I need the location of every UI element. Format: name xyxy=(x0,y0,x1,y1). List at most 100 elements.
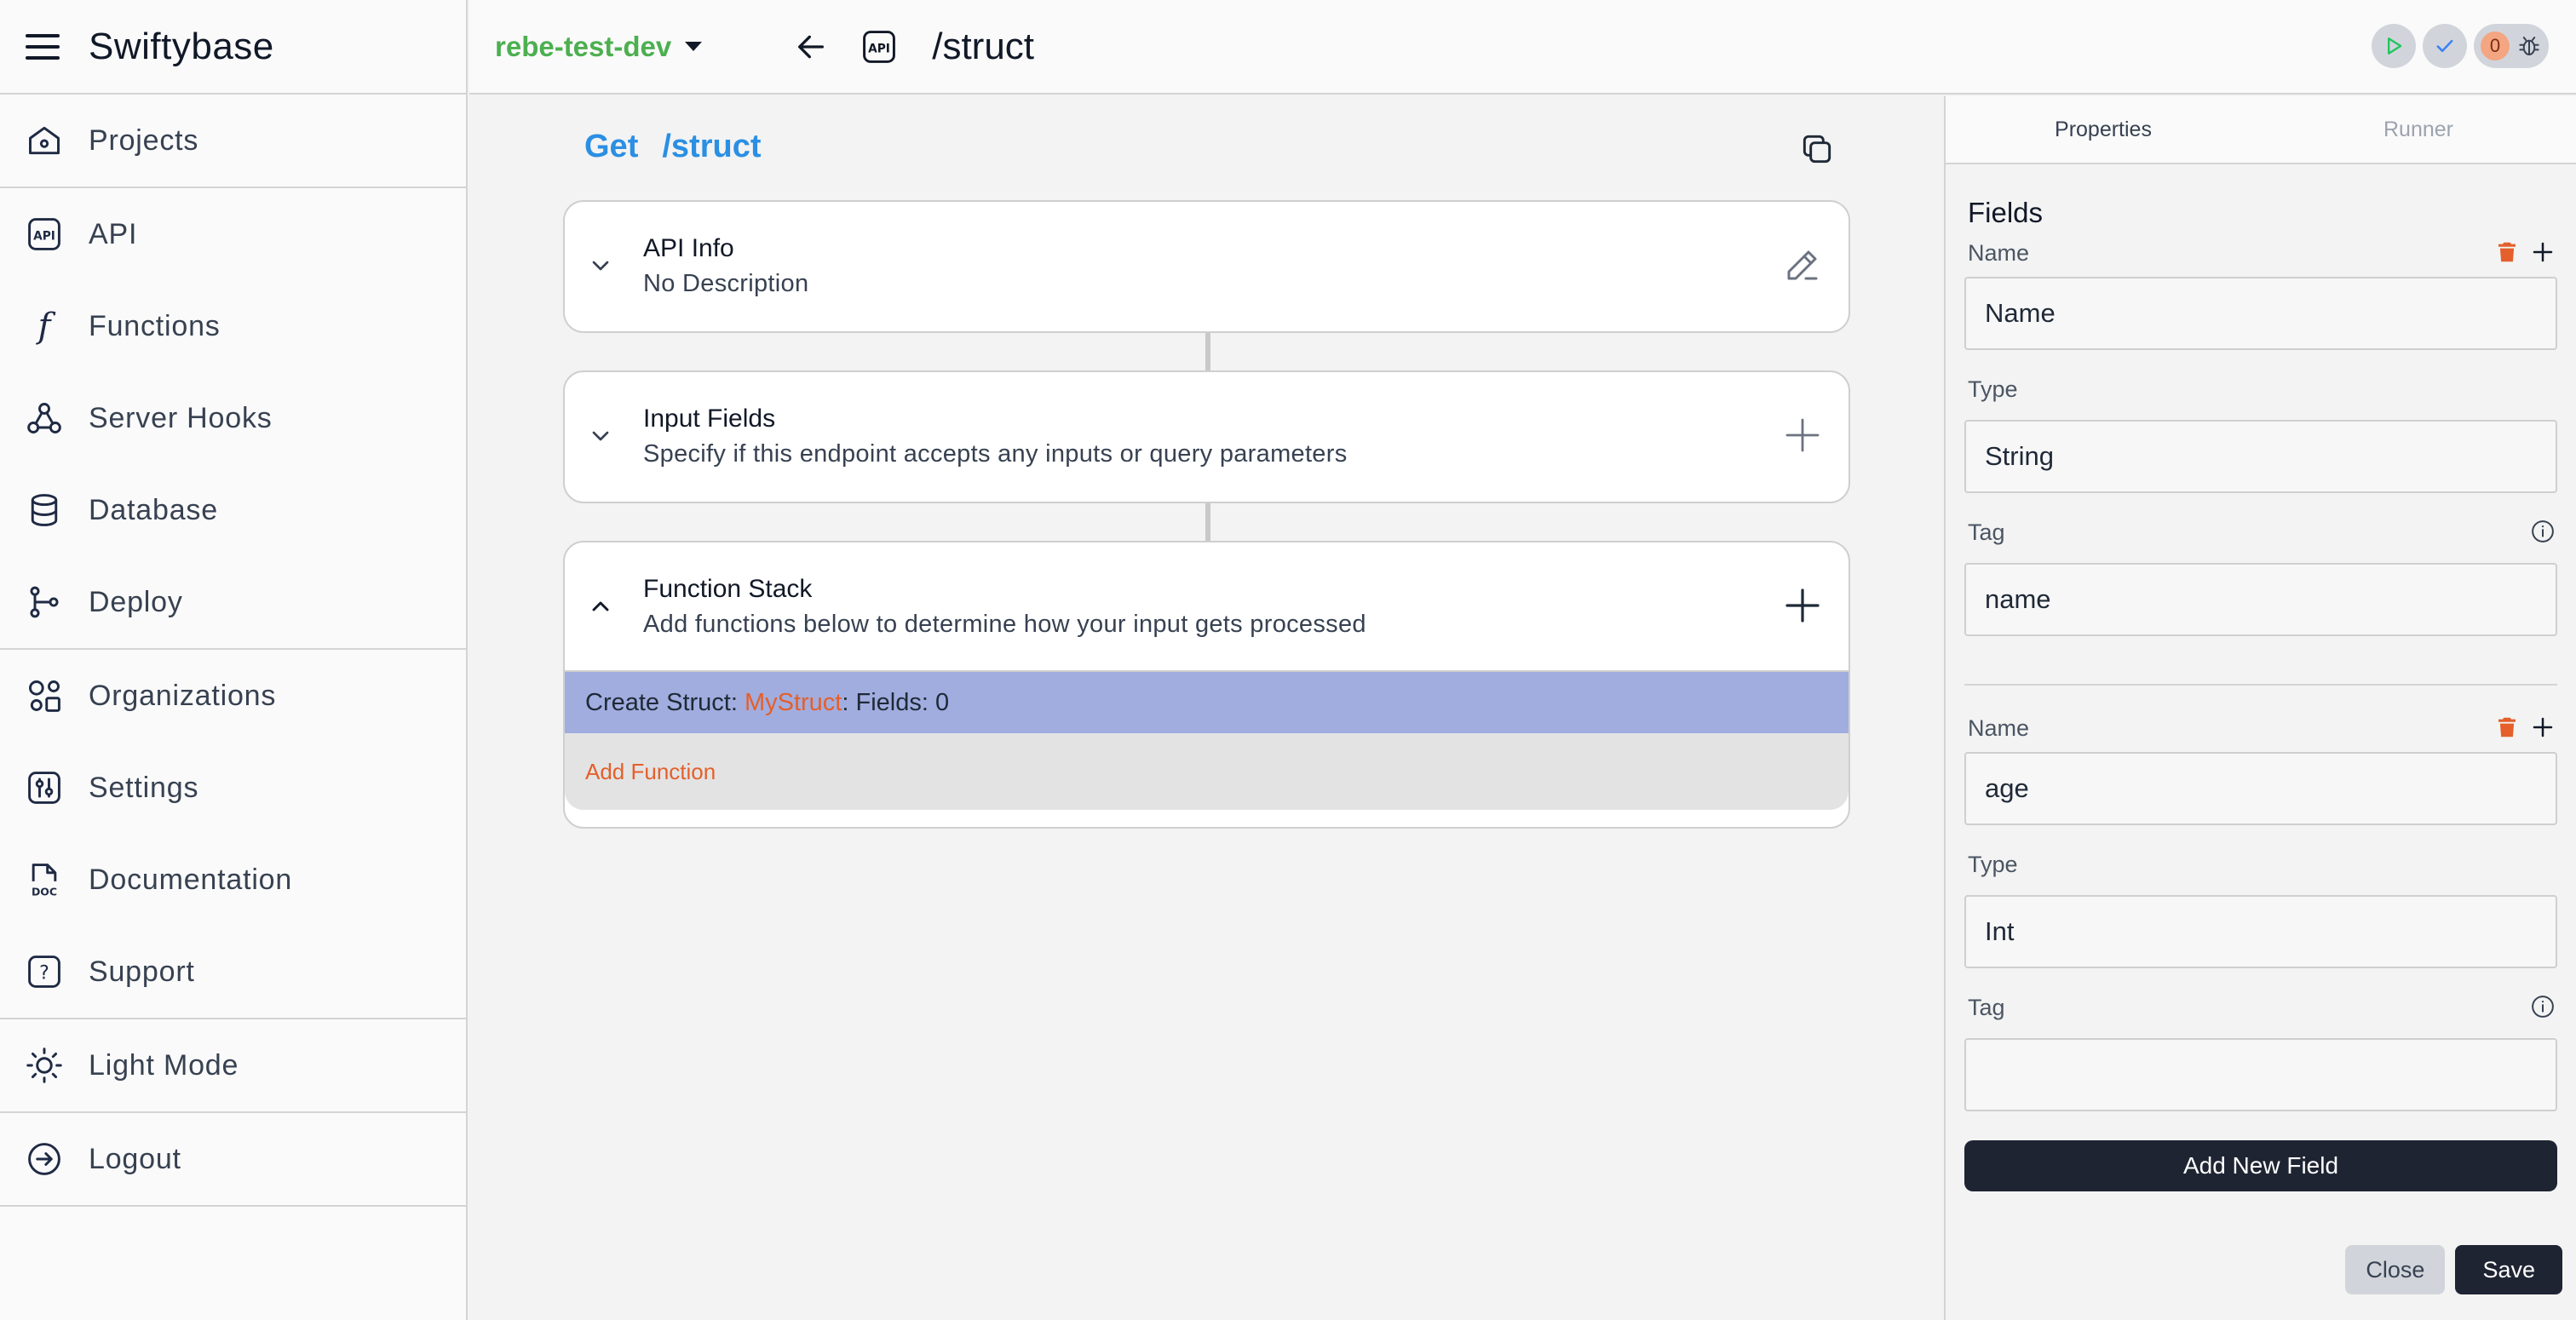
function-item[interactable]: Create Struct: MyStruct: Fields: 0 xyxy=(565,670,1849,733)
plus-icon[interactable] xyxy=(1782,585,1823,626)
sidebar-item-label: Logout xyxy=(89,1142,181,1175)
sidebar-item-database[interactable]: Database xyxy=(0,464,466,556)
logout-icon xyxy=(26,1140,63,1178)
field-tag-input[interactable]: name xyxy=(1964,563,2557,636)
endpoint-path: /struct xyxy=(662,129,762,164)
svg-text:API: API xyxy=(33,229,55,243)
endpoint-heading: Get /struct xyxy=(584,129,762,165)
info-icon[interactable] xyxy=(2530,994,2556,1019)
edit-pencil-icon[interactable] xyxy=(1782,244,1823,285)
sidebar-item-light-mode[interactable]: Light Mode xyxy=(0,1019,466,1111)
app-title: Swiftybase xyxy=(89,25,274,67)
database-icon xyxy=(26,491,63,529)
card-title: Input Fields xyxy=(643,404,776,433)
info-icon[interactable] xyxy=(2530,519,2556,544)
sidebar-brand: Swiftybase xyxy=(0,0,466,95)
endpoint-method: Get xyxy=(584,129,639,164)
sidebar-item-settings[interactable]: Settings xyxy=(0,742,466,834)
nav-group-build: API API f Functions Server Hooks Databas… xyxy=(0,188,466,650)
hamburger-menu-icon[interactable] xyxy=(26,33,60,60)
arrow-left-icon xyxy=(798,35,825,58)
save-button[interactable]: Save xyxy=(2455,1245,2562,1294)
help-icon: ? xyxy=(26,953,63,990)
sidebar-item-label: API xyxy=(89,217,138,250)
top-actions: 0 xyxy=(2372,24,2549,68)
sidebar-item-documentation[interactable]: DOC Documentation xyxy=(0,834,466,926)
field-tag-input[interactable] xyxy=(1964,1038,2557,1111)
field-name-input[interactable]: Name xyxy=(1964,277,2557,350)
sidebar-item-projects[interactable]: Projects xyxy=(0,95,466,187)
sidebar-item-server-hooks[interactable]: Server Hooks xyxy=(0,372,466,464)
section-title: Fields xyxy=(1968,197,2044,228)
git-branch-icon xyxy=(26,583,63,621)
sidebar-item-deploy[interactable]: Deploy xyxy=(0,556,466,648)
add-new-field-button[interactable]: Add New Field xyxy=(1964,1140,2557,1191)
sidebar-item-organizations[interactable]: Organizations xyxy=(0,650,466,742)
field-name-label: Name xyxy=(1968,236,2557,270)
sidebar-item-logout[interactable]: Logout xyxy=(0,1113,466,1205)
sidebar: Swiftybase Projects API API f Functions xyxy=(0,0,468,1320)
function-prefix: Create Struct: xyxy=(585,688,745,716)
webhook-icon xyxy=(26,399,63,437)
api-info-card: API Info No Description xyxy=(563,200,1850,333)
trash-icon[interactable] xyxy=(2494,715,2520,740)
field-divider xyxy=(1964,684,2557,686)
sidebar-item-api[interactable]: API API xyxy=(0,188,466,280)
svg-text:f: f xyxy=(36,307,56,345)
close-button[interactable]: Close xyxy=(2345,1245,2446,1294)
project-selector[interactable]: rebe-test-dev xyxy=(495,30,703,63)
sun-icon xyxy=(26,1047,63,1084)
card-subtitle: Specify if this endpoint accepts any inp… xyxy=(643,439,1348,468)
fields-editor: Fields Name Name Type String Tag name Na… xyxy=(1964,164,2557,1203)
back-button[interactable] xyxy=(792,28,830,66)
play-icon xyxy=(2388,37,2402,55)
add-function-row: Add Function xyxy=(565,733,1849,810)
label-text: Name xyxy=(1968,715,2030,741)
trash-icon[interactable] xyxy=(2494,239,2520,265)
sidebar-item-label: Functions xyxy=(89,309,221,342)
debug-button[interactable]: 0 xyxy=(2474,24,2549,68)
svg-text:?: ? xyxy=(39,962,49,984)
sidebar-item-label: Server Hooks xyxy=(89,401,273,434)
sidebar-item-label: Settings xyxy=(89,771,199,804)
add-function-link[interactable]: Add Function xyxy=(585,759,716,785)
sidebar-item-support[interactable]: ? Support xyxy=(0,926,466,1018)
validate-button[interactable] xyxy=(2423,24,2467,68)
copy-icon[interactable] xyxy=(1798,130,1836,168)
chevron-down-icon[interactable] xyxy=(585,421,616,451)
nav-group-account: Organizations Settings DOC Documentation… xyxy=(0,650,466,1019)
field-type-label: Type xyxy=(1968,376,2018,402)
sidebar-item-label: Support xyxy=(89,955,195,988)
api-icon: API xyxy=(863,30,896,63)
sidebar-item-label: Database xyxy=(89,493,218,526)
sidebar-item-functions[interactable]: f Functions xyxy=(0,280,466,372)
card-subtitle: No Description xyxy=(643,269,809,297)
function-icon: f xyxy=(26,307,63,345)
page-title: /struct xyxy=(932,25,1035,67)
tab-runner[interactable]: Runner xyxy=(2261,96,2576,163)
chevron-up-icon[interactable] xyxy=(585,591,616,622)
field-type-select[interactable]: Int xyxy=(1964,895,2557,968)
run-button[interactable] xyxy=(2372,24,2416,68)
svg-text:DOC: DOC xyxy=(32,885,57,898)
project-name: rebe-test-dev xyxy=(495,30,672,62)
card-title: API Info xyxy=(643,233,734,262)
struct-name: MyStruct xyxy=(744,688,842,716)
chevron-down-icon[interactable] xyxy=(585,250,616,281)
field-type-select[interactable]: String xyxy=(1964,420,2557,493)
panel-tabs: Properties Runner xyxy=(1946,96,2576,164)
svg-text:API: API xyxy=(868,42,890,55)
input-fields-card: Input Fields Specify if this endpoint ac… xyxy=(563,370,1850,503)
sidebar-item-label: Deploy xyxy=(89,585,183,618)
plus-icon[interactable] xyxy=(2530,715,2556,740)
plus-icon[interactable] xyxy=(2530,239,2556,265)
sidebar-item-label: Projects xyxy=(89,123,199,157)
topbar: rebe-test-dev API /struct 0 xyxy=(469,0,2576,95)
field-name-input[interactable]: age xyxy=(1964,752,2557,825)
tab-properties[interactable]: Properties xyxy=(1946,96,2261,163)
caret-down-icon xyxy=(685,42,703,51)
field-type-label: Type xyxy=(1968,851,2018,877)
label-text: Tag xyxy=(1968,519,2005,545)
sidebar-item-label: Light Mode xyxy=(89,1048,239,1082)
plus-icon[interactable] xyxy=(1782,415,1823,456)
